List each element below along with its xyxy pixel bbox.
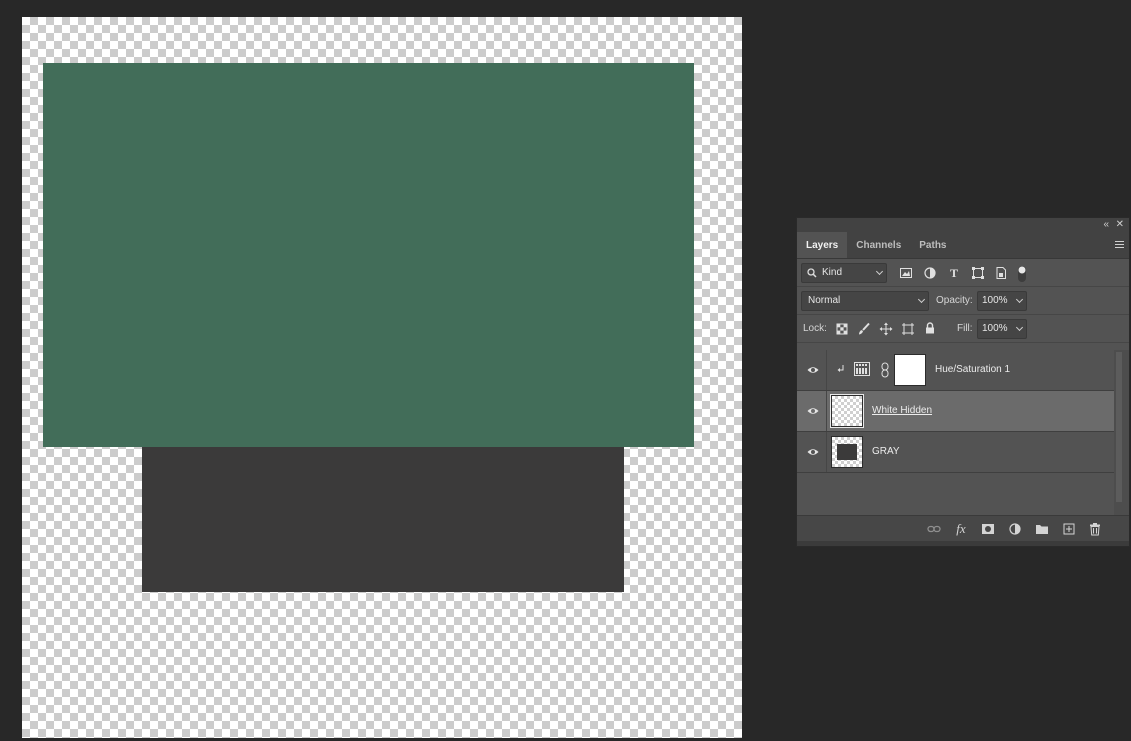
lock-position-move-icon[interactable] (879, 322, 893, 336)
double-chevron-left-icon[interactable]: « (1103, 218, 1109, 232)
panel-footer: fx (797, 515, 1129, 541)
layer-name: Hue/Saturation 1 (935, 364, 1011, 375)
visibility-column (797, 350, 827, 390)
layer-thumbnail[interactable] (831, 436, 863, 468)
lock-row: Lock: Fill: 100% (797, 315, 1129, 343)
layer-list-scrollbar[interactable] (1114, 350, 1129, 515)
filter-kind-value: Kind (822, 267, 843, 278)
tab-paths[interactable]: Paths (910, 232, 955, 258)
blend-row: Normal Opacity: 100% (797, 287, 1129, 315)
layer-name: GRAY (872, 446, 900, 457)
search-icon (807, 268, 817, 278)
new-adjustment-layer-icon[interactable] (1008, 522, 1022, 536)
tab-layers[interactable]: Layers (797, 232, 848, 258)
clipping-mask-arrow-icon (837, 365, 844, 372)
opacity-field[interactable]: 100% (977, 291, 1027, 311)
chevron-down-icon (1015, 323, 1024, 332)
hamburger-menu-icon[interactable] (1115, 241, 1124, 249)
panel-tabs: Layers Channels Paths (797, 232, 1129, 259)
tab-channels[interactable]: Channels (847, 232, 910, 258)
type-filter-icon[interactable]: T (947, 266, 961, 280)
lock-transparent-pixels-icon[interactable] (835, 322, 849, 336)
layers-panel: « ✕ Layers Channels Paths Kind T Normal … (796, 217, 1130, 547)
chevron-down-icon (1015, 295, 1024, 304)
layer-name: White Hidden (872, 405, 933, 416)
layer-row-gray[interactable]: GRAY (797, 432, 1114, 473)
smart-object-filter-icon[interactable] (994, 266, 1008, 280)
layer-mask-thumbnail[interactable] (894, 354, 926, 386)
layer-style-fx-icon[interactable]: fx (954, 522, 968, 536)
layer-row-hue-saturation[interactable]: Hue/Saturation 1 (797, 350, 1114, 391)
add-mask-icon[interactable] (981, 522, 995, 536)
image-filter-icon[interactable] (899, 266, 913, 280)
gray-thumbnail-content (837, 444, 857, 460)
eye-icon[interactable] (807, 446, 819, 458)
lock-all-padlock-icon[interactable] (923, 321, 937, 335)
layer-row-white-hidden[interactable]: White Hidden (797, 391, 1114, 432)
panel-resize-edge[interactable] (797, 541, 1129, 546)
close-icon[interactable]: ✕ (1116, 218, 1124, 232)
panel-title-bar: « ✕ (797, 218, 1129, 232)
chain-link-icon (881, 362, 889, 378)
lock-label: Lock: (803, 323, 827, 334)
adjustment-filter-icon[interactable] (923, 266, 937, 280)
opacity-label: Opacity: (936, 295, 973, 306)
eye-icon[interactable] (807, 364, 819, 376)
new-layer-icon[interactable] (1062, 522, 1076, 536)
fill-value: 100% (982, 323, 1008, 334)
visibility-column (797, 432, 827, 472)
eye-icon[interactable] (807, 405, 819, 417)
blend-mode-value: Normal (808, 295, 841, 306)
document-canvas[interactable] (22, 17, 742, 738)
shape-filter-icon[interactable] (971, 266, 985, 280)
green-rectangle-layer (43, 63, 694, 447)
visibility-column (797, 391, 827, 431)
opacity-value: 100% (982, 295, 1008, 306)
blend-mode-select[interactable]: Normal (801, 291, 929, 311)
fill-label: Fill: (957, 323, 973, 334)
filter-kind-select[interactable]: Kind (801, 263, 887, 283)
layer-list: Hue/Saturation 1 White Hidden GRAY (797, 350, 1114, 515)
lock-artboard-icon[interactable] (901, 322, 915, 336)
lock-image-pixels-brush-icon[interactable] (857, 322, 871, 336)
layer-thumbnail[interactable] (830, 394, 864, 428)
gray-rectangle-layer (142, 447, 624, 592)
trash-icon[interactable] (1088, 522, 1102, 536)
filter-row: Kind T (797, 259, 1129, 287)
hue-saturation-adjustment-icon (854, 362, 870, 376)
chevron-down-icon (917, 295, 926, 304)
fill-field[interactable]: 100% (977, 319, 1027, 339)
link-layers-icon[interactable] (927, 522, 941, 536)
chevron-down-icon (875, 267, 884, 276)
filter-toggle-icon[interactable] (1017, 265, 1027, 283)
scrollbar-thumb[interactable] (1116, 352, 1122, 502)
new-group-folder-icon[interactable] (1035, 522, 1049, 536)
